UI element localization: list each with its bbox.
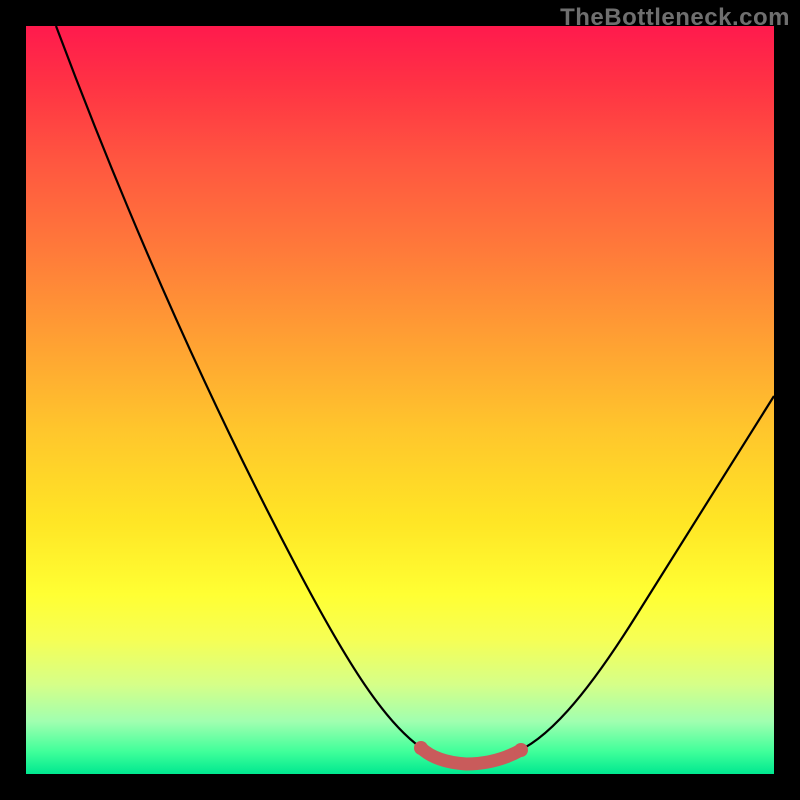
plot-area bbox=[26, 26, 774, 774]
chart-frame: TheBottleneck.com bbox=[0, 0, 800, 800]
trough-marker-start-dot bbox=[414, 741, 428, 755]
watermark-text: TheBottleneck.com bbox=[560, 4, 790, 32]
bottleneck-curve bbox=[26, 26, 774, 774]
curve-path bbox=[56, 26, 774, 760]
trough-marker-end-dot bbox=[514, 743, 528, 757]
trough-marker bbox=[421, 748, 521, 764]
